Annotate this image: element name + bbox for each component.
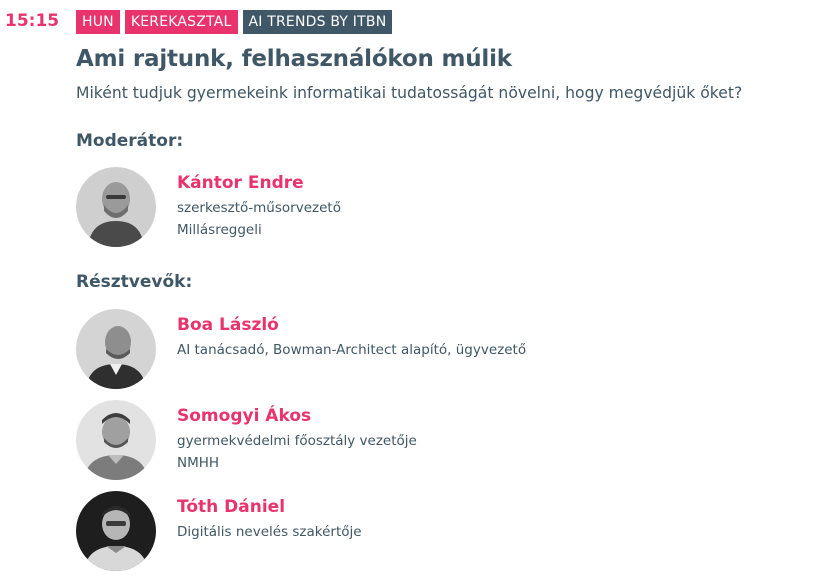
tag-language[interactable]: HUN [76,10,120,34]
moderator-name[interactable]: Kántor Endre [177,173,341,193]
moderator-avatar[interactable] [76,167,156,247]
moderator-role: szerkesztő-műsorvezető [177,200,341,216]
participant-name[interactable]: Tóth Dániel [177,497,362,517]
participant-name[interactable]: Boa László [177,315,526,335]
participant-role: AI tanácsadó, Bowman-Architect alapító, … [177,342,527,358]
participant-avatar[interactable] [76,309,156,389]
moderator-org: Millásreggeli [177,222,262,238]
moderator-heading: Moderátor: [76,131,184,151]
participant-role: gyermekvédelmi főosztály vezetője [177,433,417,449]
tag-format[interactable]: KEREKASZTAL [124,10,238,34]
participant-org: NMHH [177,455,220,471]
session-time: 15:15 [5,11,60,31]
tag-track[interactable]: AI TRENDS BY ITBN [242,10,393,34]
participant-card[interactable]: Boa László AI tanácsadó, Bowman-Architec… [76,309,526,389]
session-subtitle: Miként tudjuk gyermekeink informatikai t… [76,84,743,102]
session-tags: HUN KEREKASZTAL AI TRENDS BY ITBN [76,10,393,34]
participant-card[interactable]: Somogyi Ákos gyermekvédelmi főosztály ve… [76,400,417,480]
participant-name[interactable]: Somogyi Ákos [177,406,417,426]
participant-avatar[interactable] [76,491,156,571]
moderator-card[interactable]: Kántor Endre szerkesztő-műsorvezető Mill… [76,167,341,247]
session-title: Ami rajtunk, felhasználókon múlik [76,46,512,72]
participant-card[interactable]: Tóth Dániel Digitális nevelés szakértője [76,491,362,571]
participant-avatar[interactable] [76,400,156,480]
participant-role: Digitális nevelés szakértője [177,524,362,540]
participants-heading: Résztvevők: [76,272,193,292]
